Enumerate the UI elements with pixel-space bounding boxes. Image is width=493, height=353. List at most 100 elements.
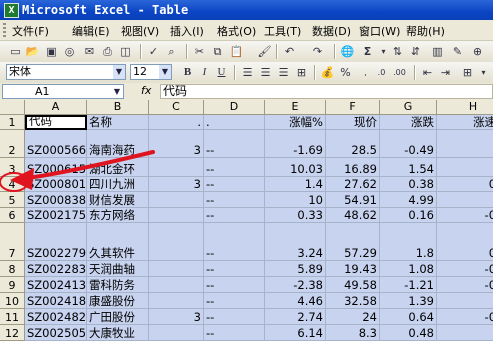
table-cell[interactable] [149, 158, 204, 177]
drawing-icon[interactable]: ✎ [450, 44, 465, 59]
cut-icon[interactable]: ✂ [192, 44, 207, 59]
underline-button[interactable]: U [214, 65, 229, 80]
row-header[interactable]: 3 [0, 158, 25, 177]
table-cell[interactable]: -- [204, 261, 265, 277]
column-header[interactable]: C [149, 100, 204, 115]
menu-data[interactable]: 数据(D) [312, 23, 351, 39]
borders-dropdown-icon[interactable]: ▾ [476, 65, 491, 80]
font-size-select[interactable]: 12 ▼ [130, 64, 172, 80]
row-header[interactable]: 1 [0, 115, 25, 130]
table-cell[interactable]: 8.3 [326, 325, 380, 341]
header-cell[interactable]: 涨跌 [380, 115, 437, 130]
column-header[interactable]: B [87, 100, 149, 115]
header-cell[interactable]: . [149, 115, 204, 130]
table-cell[interactable]: 4.99 [380, 192, 437, 208]
table-cell[interactable]: 康盛股份 [87, 293, 149, 309]
menu-file[interactable]: 文件(F) [12, 23, 49, 39]
borders-icon[interactable]: ⊞ [460, 65, 475, 80]
permission-icon[interactable]: ◎ [62, 44, 77, 59]
table-cell[interactable] [149, 293, 204, 309]
table-cell[interactable]: -- [204, 309, 265, 325]
table-cell[interactable]: 32.58 [326, 293, 380, 309]
copy-icon[interactable]: ⧉ [210, 44, 225, 59]
align-left-icon[interactable]: ☰ [240, 65, 255, 80]
table-cell[interactable]: -- [204, 177, 265, 192]
table-cell[interactable]: -0.2 [437, 309, 493, 325]
sort-ascending-icon[interactable]: ⇅ [390, 44, 405, 59]
table-cell[interactable]: -- [204, 277, 265, 293]
autosum-dropdown-icon[interactable]: ▾ [376, 44, 391, 59]
research-icon[interactable]: ⌕ [164, 44, 179, 59]
table-cell[interactable] [149, 277, 204, 293]
table-cell[interactable] [149, 325, 204, 341]
select-all-corner[interactable] [0, 100, 25, 115]
table-cell[interactable]: 0.0 [437, 223, 493, 261]
align-center-icon[interactable]: ☰ [258, 65, 273, 80]
table-cell[interactable]: SZ002418 [25, 293, 87, 309]
table-cell[interactable]: 广田股份 [87, 309, 149, 325]
table-cell[interactable]: 5.89 [265, 261, 326, 277]
table-cell[interactable]: 四川九洲 [87, 177, 149, 192]
table-cell[interactable]: 2.74 [265, 309, 326, 325]
table-cell[interactable]: -- [204, 325, 265, 341]
table-cell[interactable]: -0.49 [380, 130, 437, 158]
table-cell[interactable]: 天润曲轴 [87, 261, 149, 277]
table-cell[interactable]: 东方网络 [87, 208, 149, 223]
table-cell[interactable]: 10 [265, 192, 326, 208]
menu-help[interactable]: 帮助(H) [406, 23, 445, 39]
header-cell[interactable]: . [204, 115, 265, 130]
row-header[interactable]: 6 [0, 208, 25, 223]
font-name-select[interactable]: 宋体 ▼ [6, 64, 126, 80]
name-box[interactable]: A1 ▼ [2, 84, 124, 99]
paste-icon[interactable]: 📋 [229, 44, 244, 59]
increase-decimal-icon[interactable]: .0 [374, 65, 389, 80]
table-cell[interactable]: -- [204, 192, 265, 208]
percent-button[interactable]: % [338, 65, 353, 80]
formula-input[interactable]: 代码 [160, 84, 493, 99]
table-cell[interactable]: SZ002283 [25, 261, 87, 277]
currency-icon[interactable]: 💰 [320, 65, 335, 80]
table-cell[interactable]: 49.58 [326, 277, 380, 293]
new-icon[interactable]: ▭ [8, 44, 23, 59]
table-cell[interactable]: 3 [149, 177, 204, 192]
format-painter-icon[interactable]: 🖌 [257, 44, 272, 59]
table-cell[interactable]: -- [204, 130, 265, 158]
column-header[interactable]: H [437, 100, 493, 115]
table-cell[interactable]: 1.8 [380, 223, 437, 261]
table-cell[interactable]: SZ002413 [25, 277, 87, 293]
table-cell[interactable]: 24 [326, 309, 380, 325]
table-cell[interactable]: 0 [437, 293, 493, 309]
chevron-down-icon[interactable]: ▼ [159, 65, 171, 79]
row-header[interactable]: 11 [0, 309, 25, 325]
header-cell[interactable]: 代码 [25, 115, 87, 130]
table-cell[interactable]: 财信发展 [87, 192, 149, 208]
decrease-decimal-icon[interactable]: .00 [392, 65, 407, 80]
sort-descending-icon[interactable]: ⇵ [408, 44, 423, 59]
table-cell[interactable]: -2.38 [265, 277, 326, 293]
chevron-down-icon[interactable]: ▼ [111, 85, 123, 98]
save-icon[interactable]: ▣ [44, 44, 59, 59]
table-cell[interactable]: -0.0 [437, 277, 493, 293]
table-cell[interactable]: 0 [437, 325, 493, 341]
hyperlink-icon[interactable]: 🌐 [340, 44, 355, 59]
menu-edit[interactable]: 编辑(E) [72, 23, 110, 39]
table-cell[interactable]: SZ000615 [25, 158, 87, 177]
bold-button[interactable]: B [180, 65, 195, 80]
row-header[interactable]: 4 [0, 177, 25, 192]
table-cell[interactable]: SZ002482 [25, 309, 87, 325]
comma-style-icon[interactable]: , [358, 65, 373, 80]
zoom-icon[interactable]: ⊕ [470, 44, 485, 59]
table-cell[interactable]: 28.5 [326, 130, 380, 158]
table-cell[interactable]: 4.46 [265, 293, 326, 309]
table-cell[interactable]: 1.4 [265, 177, 326, 192]
table-cell[interactable]: SZ000838 [25, 192, 87, 208]
row-header[interactable]: 7 [0, 223, 25, 261]
open-icon[interactable]: 📂 [25, 44, 40, 59]
italic-button[interactable]: I [197, 65, 212, 80]
table-cell[interactable]: 0.16 [380, 208, 437, 223]
table-cell[interactable]: 48.62 [326, 208, 380, 223]
table-cell[interactable]: 湖北金环 [87, 158, 149, 177]
menu-view[interactable]: 视图(V) [121, 23, 159, 39]
table-cell[interactable]: 6.14 [265, 325, 326, 341]
row-header[interactable]: 9 [0, 277, 25, 293]
